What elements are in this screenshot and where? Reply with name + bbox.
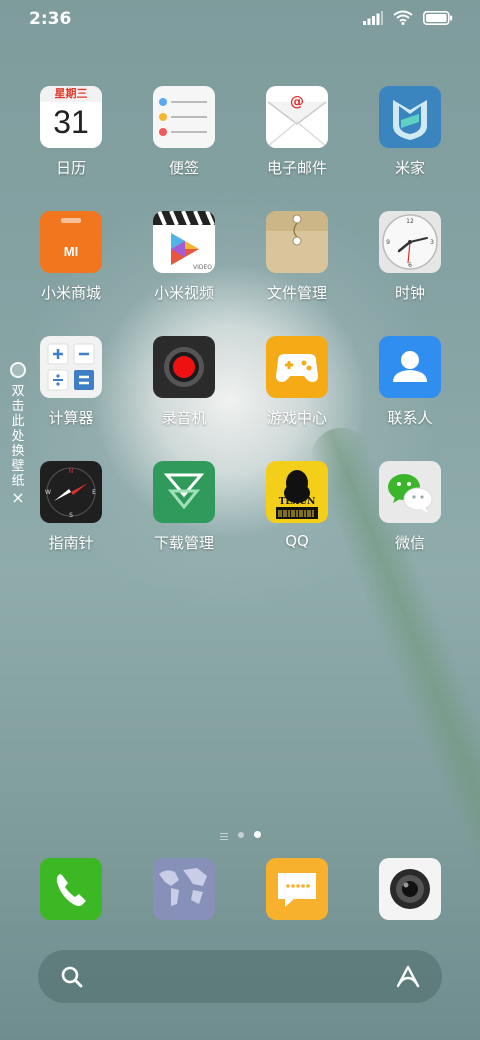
page-list-icon[interactable] — [219, 825, 228, 844]
compass-letter: N — [69, 468, 74, 475]
browser-icon — [153, 858, 215, 920]
app-label: 小米视频 — [153, 284, 214, 302]
app-contacts[interactable]: 联系人 — [360, 336, 460, 428]
calendar-weekday: 星期三 — [40, 86, 102, 102]
wifi-icon — [393, 10, 413, 25]
compass-icon: N E S W — [40, 461, 102, 523]
app-label: 日历 — [55, 159, 86, 177]
assistant-icon[interactable] — [394, 964, 422, 990]
mihome-icon — [379, 86, 441, 148]
svg-text:@: @ — [290, 94, 304, 110]
app-label: 小米商城 — [40, 284, 101, 302]
compass-letter: E — [92, 489, 96, 496]
app-clock[interactable]: 12 3 6 9 时钟 — [360, 211, 460, 303]
hint-char: 换 — [11, 444, 25, 459]
video-badge-text: VIDEO — [192, 264, 212, 271]
app-label: 电子邮件 — [266, 159, 327, 177]
recorder-icon — [153, 336, 215, 398]
mi-video-icon: VIDEO — [153, 211, 215, 273]
email-icon: @ — [266, 86, 328, 148]
qq-texun-text: TEXUN — [278, 497, 316, 507]
app-download-manager[interactable]: 下载管理 — [134, 461, 234, 553]
app-row-3: 计算器 录音机 游戏中心 联系人 — [0, 336, 480, 446]
app-row-4: N E S W 指南针 下载管理 TEXUN QQ 微信 — [0, 461, 480, 571]
app-label: 时钟 — [394, 284, 425, 302]
file-manager-icon — [266, 211, 328, 273]
status-icons — [363, 10, 453, 25]
notes-icon — [153, 86, 215, 148]
app-label: 游戏中心 — [266, 409, 327, 427]
app-row-1: 星期三 31 日历 便签 @ 电子邮件 米家 — [0, 86, 480, 196]
app-qq[interactable]: TEXUN QQ — [247, 461, 347, 550]
dock-messages[interactable] — [247, 858, 347, 920]
dock — [0, 858, 480, 922]
app-calculator[interactable]: 计算器 — [21, 336, 121, 428]
app-label: 文件管理 — [266, 284, 327, 302]
app-label: 录音机 — [161, 409, 207, 427]
page-dot-1[interactable] — [237, 831, 244, 838]
clock-number: 6 — [408, 262, 412, 269]
clock-number: 9 — [386, 239, 390, 246]
clock-number: 12 — [406, 218, 414, 225]
compass-letter: W — [45, 489, 51, 496]
app-label: 微信 — [394, 534, 425, 552]
signal-icon — [363, 10, 383, 25]
app-label: 便签 — [168, 159, 199, 177]
phone-icon — [40, 858, 102, 920]
battery-icon — [423, 10, 453, 25]
mi-logo-text: MI — [63, 244, 79, 259]
app-row-2: MI 小米商城 VIDEO 小米视频 文件管理 12 3 6 9 时钟 — [0, 211, 480, 321]
status-bar: 2:36 — [0, 0, 480, 38]
clock-icon: 12 3 6 9 — [379, 211, 441, 273]
app-email[interactable]: @ 电子邮件 — [247, 86, 347, 178]
app-label: QQ — [285, 532, 309, 550]
page-dot-2-active[interactable] — [253, 831, 261, 838]
qq-icon: TEXUN — [266, 461, 328, 523]
app-wechat[interactable]: 微信 — [360, 461, 460, 553]
app-label: 米家 — [394, 159, 425, 177]
calendar-icon: 星期三 31 — [40, 86, 102, 148]
page-indicator — [0, 825, 480, 844]
dock-camera[interactable] — [360, 858, 460, 920]
dock-browser[interactable] — [134, 858, 234, 920]
game-center-icon — [266, 336, 328, 398]
contacts-icon — [379, 336, 441, 398]
app-label: 下载管理 — [153, 534, 214, 552]
search-icon[interactable] — [60, 965, 84, 989]
wechat-icon — [379, 461, 441, 523]
download-manager-icon — [153, 461, 215, 523]
app-notes[interactable]: 便签 — [134, 86, 234, 178]
app-label: 联系人 — [387, 409, 433, 427]
app-recorder[interactable]: 录音机 — [134, 336, 234, 428]
app-file-manager[interactable]: 文件管理 — [247, 211, 347, 303]
app-mi-store[interactable]: MI 小米商城 — [21, 211, 121, 303]
dock-phone[interactable] — [21, 858, 121, 920]
mi-store-icon: MI — [40, 211, 102, 273]
compass-letter: S — [69, 512, 73, 519]
app-label: 指南针 — [48, 534, 94, 552]
camera-icon — [379, 858, 441, 920]
app-game-center[interactable]: 游戏中心 — [247, 336, 347, 428]
app-calendar[interactable]: 星期三 31 日历 — [21, 86, 121, 178]
app-compass[interactable]: N E S W 指南针 — [21, 461, 121, 553]
calculator-icon — [40, 336, 102, 398]
app-mi-video[interactable]: VIDEO 小米视频 — [134, 211, 234, 303]
app-label: 计算器 — [48, 409, 94, 427]
calendar-day: 31 — [53, 104, 89, 140]
search-bar[interactable] — [38, 950, 442, 1003]
clock-number: 3 — [430, 239, 434, 246]
app-mihome[interactable]: 米家 — [360, 86, 460, 178]
messages-icon — [266, 858, 328, 920]
status-time: 2:36 — [29, 9, 72, 29]
